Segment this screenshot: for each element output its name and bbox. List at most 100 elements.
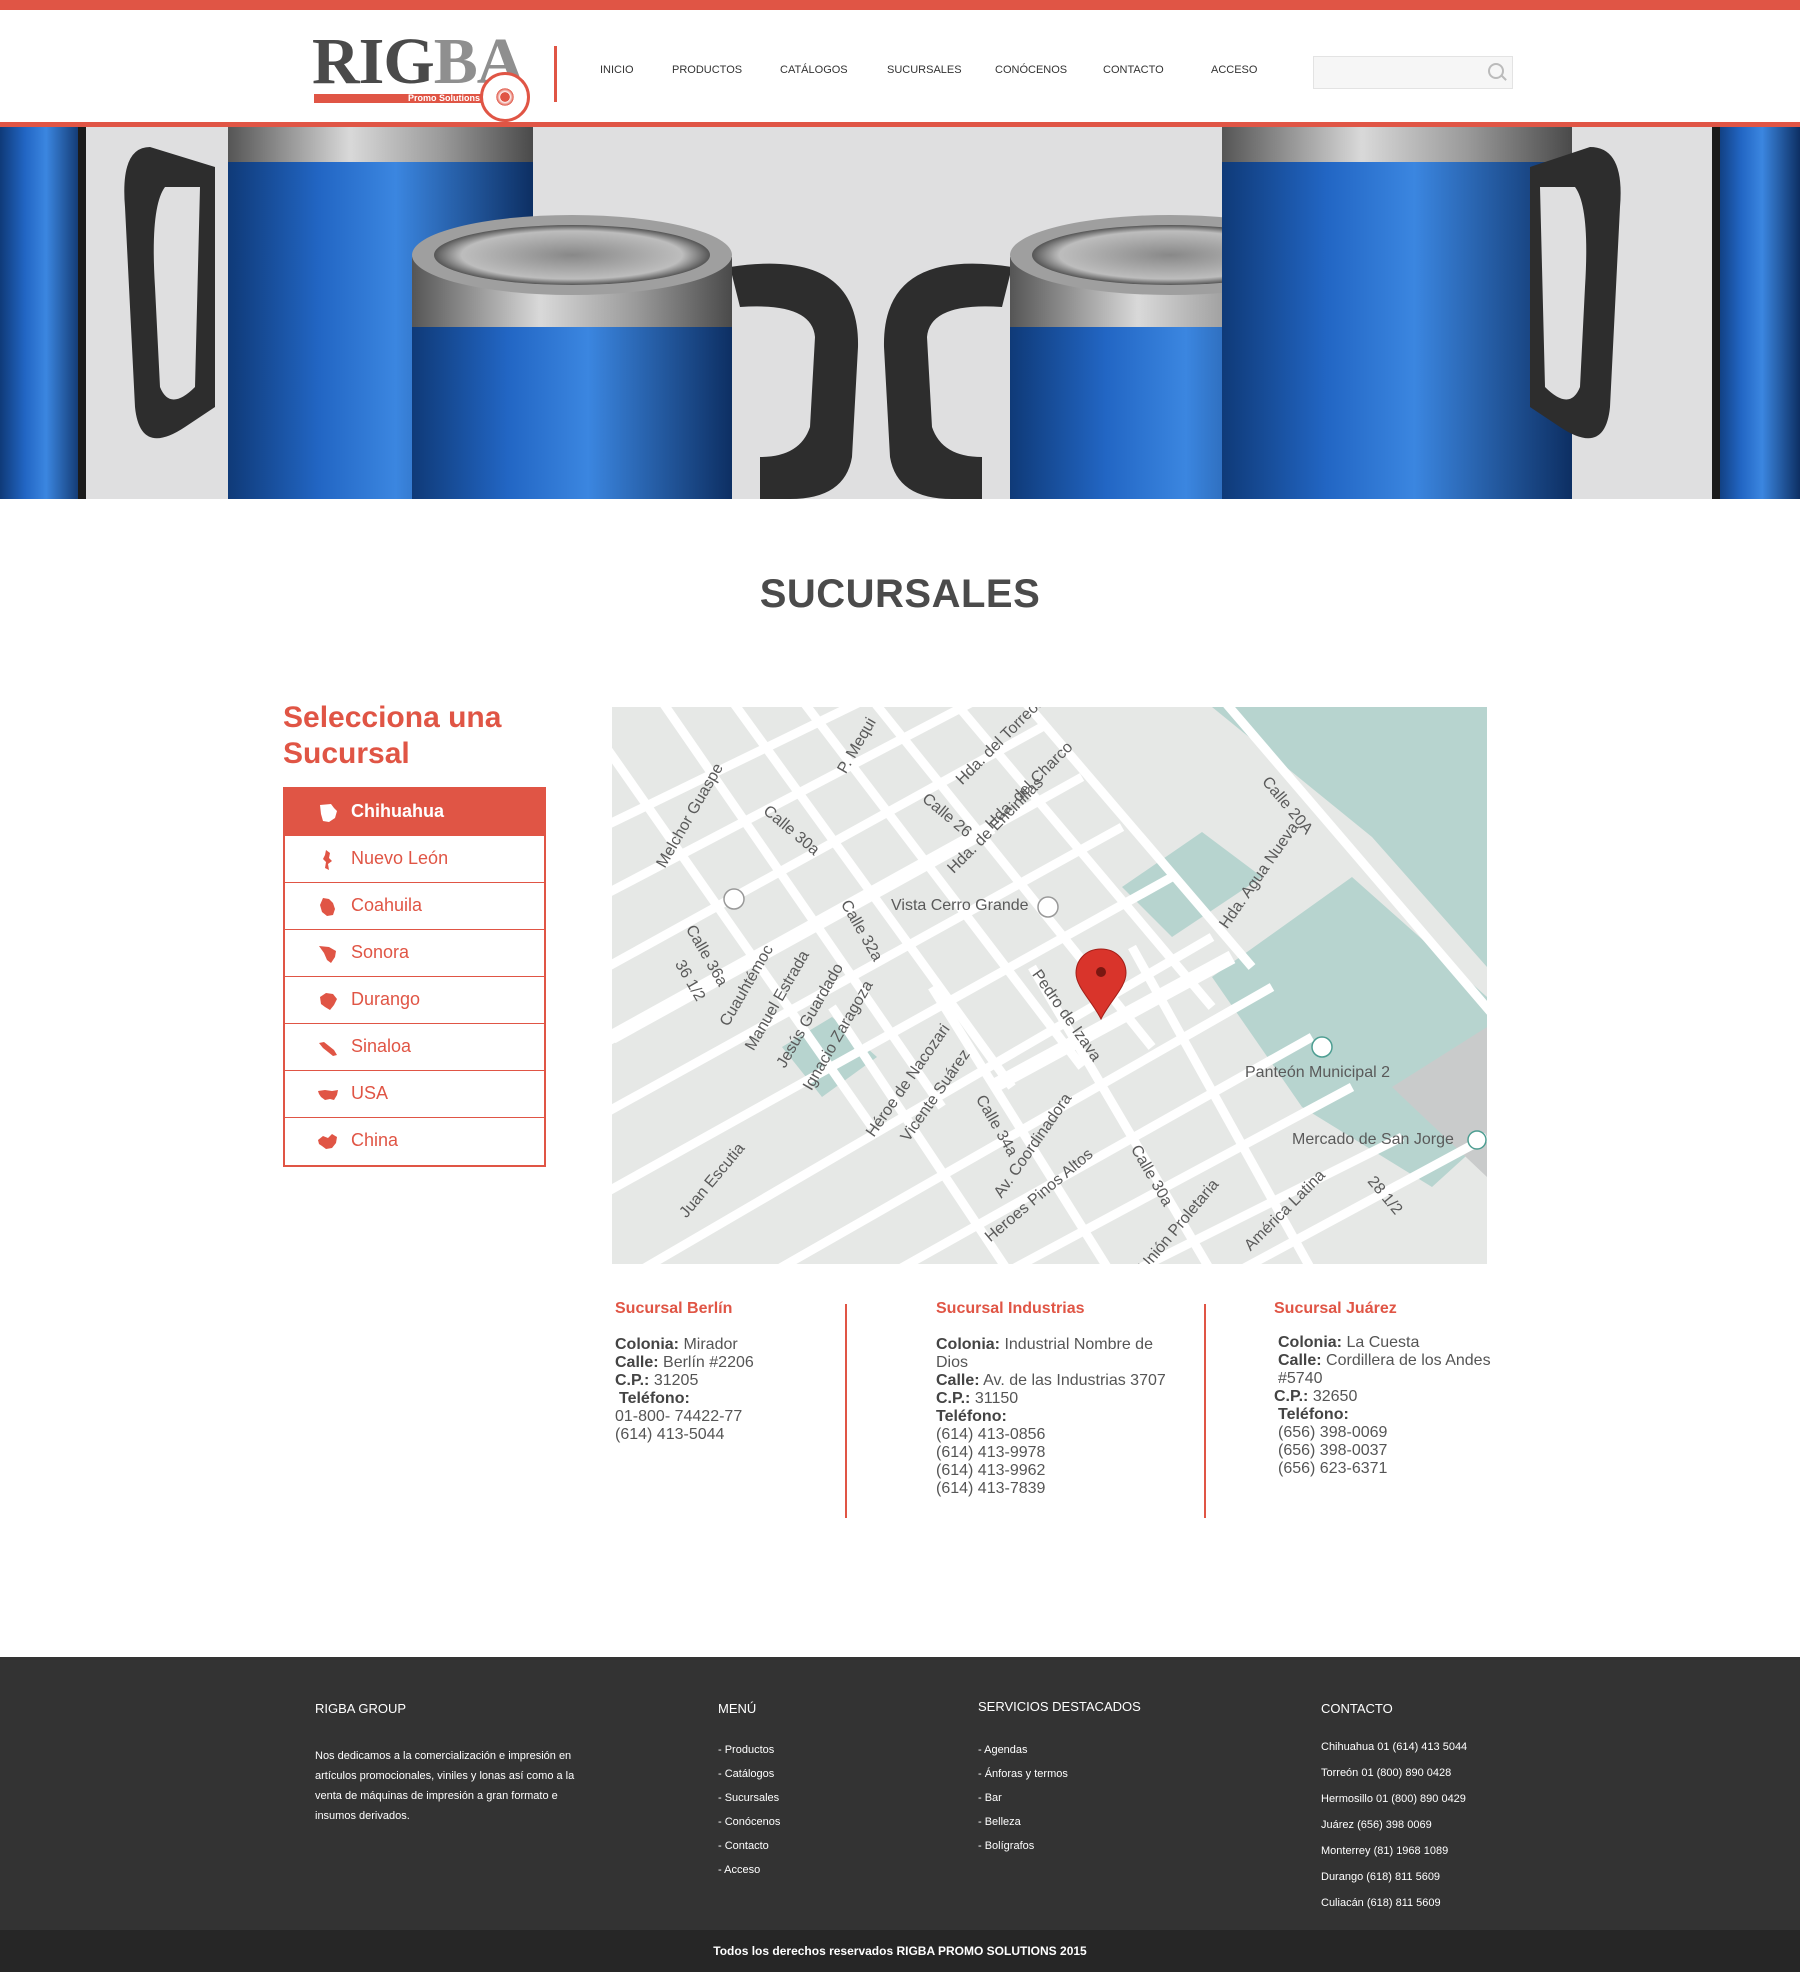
tel-label: Teléfono: (619, 1390, 690, 1407)
rigba-logo[interactable]: RIGBA Promo Solutions (312, 26, 532, 126)
branch-selector-heading: Selecciona una Sucursal (283, 701, 502, 770)
branch-label: Chihuahua (351, 801, 444, 821)
phone[interactable]: (656) 623-6371 (1274, 1460, 1514, 1478)
branch-item-usa[interactable]: USA (285, 1071, 544, 1118)
branch-item-nuevo-leon[interactable]: Nuevo León (285, 836, 544, 883)
calle-value: Berlín #2206 (663, 1354, 754, 1371)
poi-icon (723, 888, 745, 910)
branch-item-china[interactable]: China (285, 1118, 544, 1165)
nav-catalogos[interactable]: CATÁLOGOS (780, 64, 848, 76)
footer-menu-title: MENÚ (718, 1701, 757, 1716)
footer-service-bar[interactable]: - Bar (978, 1786, 1141, 1810)
search-input[interactable] (1313, 56, 1513, 89)
column-divider (1204, 1304, 1206, 1518)
colonia-value: La Cuesta (1346, 1334, 1420, 1351)
footer-contact-item: Juárez (656) 398 0069 (1321, 1819, 1432, 1831)
cp-label: C.P.: (615, 1372, 650, 1389)
nav-contacto[interactable]: CONTACTO (1103, 64, 1164, 76)
branch-item-coahuila[interactable]: Coahuila (285, 883, 544, 930)
footer-service-anforas[interactable]: - Ánforas y termos (978, 1762, 1141, 1786)
branch-item-sonora[interactable]: Sonora (285, 930, 544, 977)
branch-item-durango[interactable]: Durango (285, 977, 544, 1024)
cp-row: C.P.: 31205 (615, 1372, 855, 1390)
footer-link-contacto[interactable]: - Contacto (718, 1834, 780, 1858)
footer-link-productos[interactable]: - Productos (718, 1738, 780, 1762)
hero-banner (0, 127, 1800, 499)
phone[interactable]: 01-800- 74422-77 (615, 1408, 855, 1426)
sonora-state-icon (319, 946, 336, 963)
page-title: SUCURSALES (759, 572, 1041, 616)
copyright-bar: Todos los derechos reservados RIGBA PROM… (0, 1930, 1800, 1972)
footer-contact-item: Hermosillo 01 (800) 890 0429 (1321, 1793, 1466, 1805)
phone[interactable]: (656) 398-0069 (1274, 1424, 1514, 1442)
colonia-row: Colonia: Mirador (615, 1336, 855, 1354)
cp-value: 32650 (1312, 1388, 1358, 1405)
map-label-vista: Vista Cerro Grande (891, 897, 1029, 914)
calle-value: Av. de las Industrias 3707 (983, 1372, 1166, 1389)
calle-label: Calle: (1278, 1352, 1322, 1369)
footer-link-sucursales[interactable]: - Sucursales (718, 1786, 780, 1810)
footer-service-boligrafos[interactable]: - Bolígrafos (978, 1834, 1141, 1858)
site-header: RIGBA Promo Solutions INICIO PRODUCTOS C… (0, 10, 1800, 122)
nav-inicio[interactable]: INICIO (600, 64, 634, 76)
phone[interactable]: (614) 413-0856 (936, 1426, 1176, 1444)
branch-label: China (351, 1130, 399, 1150)
site-footer: RIGBA GROUP Nos dedicamos a la comercial… (0, 1657, 1800, 1930)
header-divider (554, 46, 557, 102)
column-divider (845, 1304, 847, 1518)
coahuila-state-icon (320, 898, 335, 916)
branch-item-sinaloa[interactable]: Sinaloa (285, 1024, 544, 1071)
footer-link-catalogos[interactable]: - Catálogos (718, 1762, 780, 1786)
durango-state-icon (320, 993, 337, 1010)
logo-emblem-icon (480, 72, 530, 122)
nav-sucursales[interactable]: SUCURSALES (887, 64, 962, 76)
footer-link-conocenos[interactable]: - Conócenos (718, 1810, 780, 1834)
phone[interactable]: (656) 398-0037 (1274, 1442, 1514, 1460)
footer-services-title: SERVICIOS DESTACADOS (978, 1699, 1141, 1714)
sinaloa-state-icon (319, 1042, 337, 1056)
phone[interactable]: (614) 413-7839 (936, 1480, 1176, 1498)
top-accent-bar (0, 0, 1800, 10)
nav-conocenos[interactable]: CONÓCENOS (995, 64, 1067, 76)
colonia-label: Colonia: (936, 1336, 1000, 1353)
sucursal-title: Sucursal Industrias (936, 1300, 1085, 1317)
tel-label-row: Teléfono: (615, 1390, 855, 1408)
phone[interactable]: (614) 413-9978 (936, 1444, 1176, 1462)
footer-group: RIGBA GROUP Nos dedicamos a la comercial… (315, 1701, 585, 1826)
footer-contact-item: Culiacán (618) 811 5609 (1321, 1897, 1441, 1909)
footer-contact-item: Monterrey (81) 1968 1089 (1321, 1845, 1449, 1857)
poi-icon (1037, 896, 1059, 918)
branch-item-chihuahua[interactable]: Chihuahua (285, 789, 544, 836)
cp-value: 31205 (653, 1372, 699, 1389)
footer-service-agendas[interactable]: - Agendas (978, 1738, 1141, 1762)
calle-label: Calle: (615, 1354, 659, 1371)
footer-link-acceso[interactable]: - Acceso (718, 1858, 780, 1882)
phone[interactable]: (614) 413-5044 (615, 1426, 855, 1444)
branch-label: Durango (351, 989, 421, 1009)
footer-contact-item: Chihuahua 01 (614) 413 5044 (1321, 1741, 1468, 1753)
footer-contact-title: CONTACTO (1321, 1701, 1393, 1716)
nuevo-leon-state-icon (323, 850, 332, 870)
phone[interactable]: (614) 413-9962 (936, 1462, 1176, 1480)
sucursal-title: Sucursal Juárez (1274, 1300, 1397, 1317)
sucursal-berlin: Sucursal Berlín Colonia: Mirador Calle: … (615, 1300, 855, 1444)
tel-label-row: Teléfono: (1274, 1406, 1514, 1424)
branch-label: Sonora (351, 942, 410, 962)
chihuahua-state-icon (320, 804, 337, 822)
nav-productos[interactable]: PRODUCTOS (672, 64, 742, 76)
logo-text-dark: RIG (312, 25, 435, 98)
footer-service-belleza[interactable]: - Belleza (978, 1810, 1141, 1834)
calle-row: Calle: Av. de las Industrias 3707 (936, 1372, 1176, 1390)
footer-group-title: RIGBA GROUP (315, 1701, 407, 1716)
footer-services: SERVICIOS DESTACADOS - Agendas - Ánforas… (978, 1699, 1141, 1858)
search-icon[interactable] (1488, 63, 1504, 79)
colonia-value: Mirador (683, 1336, 738, 1353)
park-icon (1311, 1036, 1333, 1058)
branch-label: USA (351, 1083, 389, 1103)
branch-label: Nuevo León (351, 848, 449, 868)
nav-acceso[interactable]: ACCESO (1211, 64, 1257, 76)
sucursal-juarez: Sucursal Juárez Colonia: La Cuesta Calle… (1274, 1300, 1514, 1478)
cp-label: C.P.: (1274, 1388, 1309, 1405)
footer-group-text: Nos dedicamos a la comercialización e im… (315, 1750, 575, 1822)
branch-map[interactable]: Vista Cerro Grande Panteón Municipal 2 M… (612, 707, 1487, 1264)
